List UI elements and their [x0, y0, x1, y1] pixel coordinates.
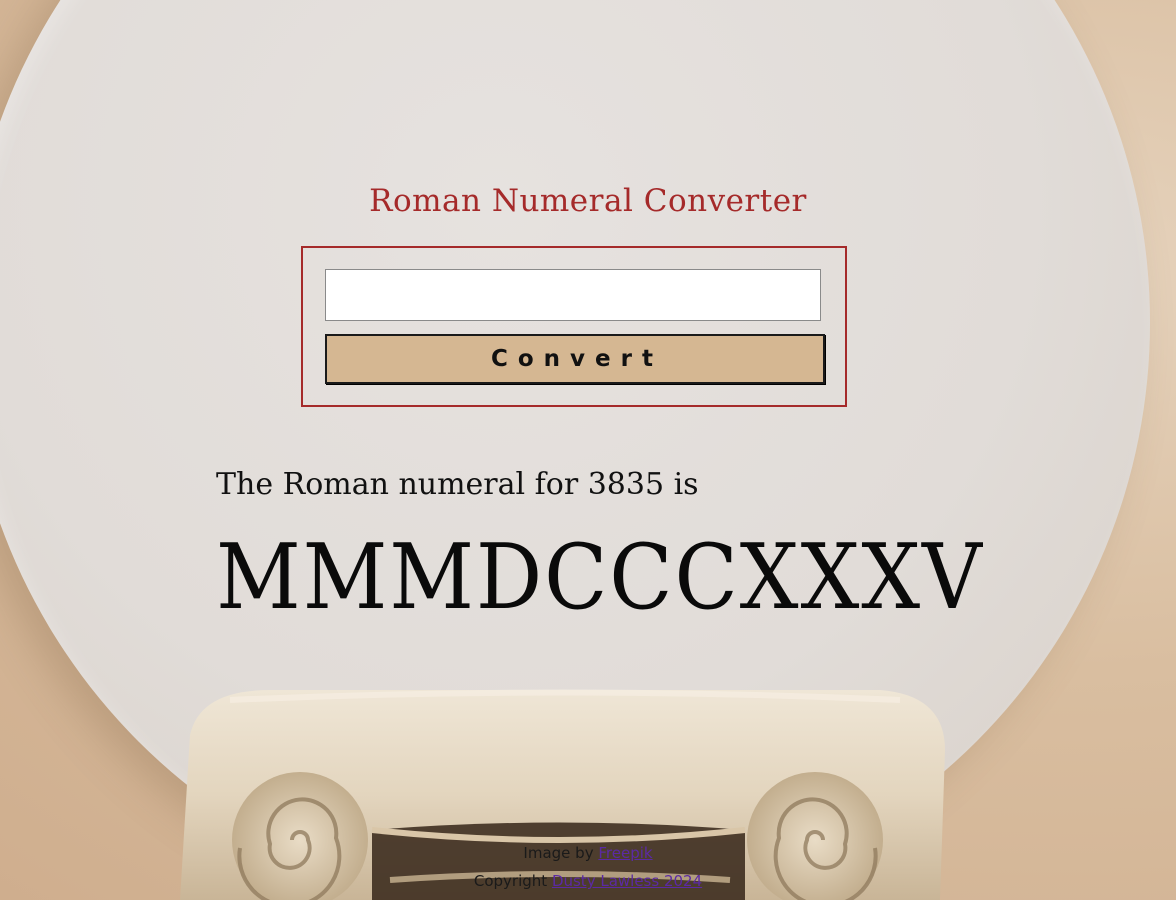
copyright-prefix: Copyright — [473, 872, 548, 890]
copyright: Copyright Dusty Lawless 2024 — [0, 870, 1176, 898]
footer: Image by Freepik Copyright Dusty Lawless… — [0, 842, 1176, 898]
image-credit-prefix: Image by — [523, 844, 594, 862]
author-link[interactable]: Dusty Lawless 2024 — [552, 872, 702, 890]
freepik-link[interactable]: Freepik — [598, 844, 652, 862]
result-label: The Roman numeral for 3835 is — [216, 467, 699, 502]
roman-numeral-output: MMMDCCCXXXV — [216, 525, 984, 630]
page-title: Roman Numeral Converter — [369, 183, 807, 219]
number-input[interactable] — [325, 269, 821, 321]
background-scene — [0, 0, 1176, 900]
ionic-capital-image — [180, 689, 945, 900]
image-credit: Image by Freepik — [0, 842, 1176, 870]
convert-button[interactable]: Convert — [325, 334, 825, 384]
converter-form: Convert — [301, 246, 847, 407]
